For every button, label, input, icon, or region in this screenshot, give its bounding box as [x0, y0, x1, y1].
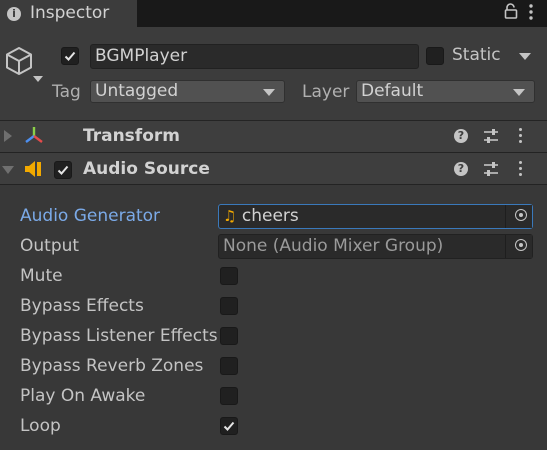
transform-icon: [24, 126, 44, 151]
foldout-expanded-icon[interactable]: [2, 166, 14, 174]
tab-bar: i Inspector: [0, 0, 547, 27]
output-field[interactable]: None (Audio Mixer Group): [218, 234, 533, 259]
object-picker-icon: [515, 209, 527, 221]
output-label: Output: [20, 236, 80, 256]
mute-label: Mute: [20, 266, 63, 286]
tag-label: Tag: [52, 82, 81, 102]
tag-value: Untagged: [95, 81, 179, 101]
tab-inspector[interactable]: i Inspector: [0, 0, 137, 27]
gameobject-cube-icon: [4, 46, 34, 81]
gameobject-header: [0, 27, 547, 121]
layer-dropdown[interactable]: Default: [356, 80, 535, 103]
audio-generator-field[interactable]: ♫ cheers: [218, 204, 533, 229]
static-label: Static: [452, 45, 501, 65]
gameobject-active-checkbox[interactable]: [61, 47, 79, 65]
audio-source-enabled-checkbox[interactable]: [54, 161, 72, 179]
loop-label: Loop: [20, 416, 61, 436]
kebab-menu-icon[interactable]: [519, 128, 522, 146]
layer-value: Default: [361, 81, 424, 101]
help-icon[interactable]: ?: [454, 129, 468, 143]
static-dropdown-arrow-icon[interactable]: [519, 53, 531, 60]
gameobject-name-field[interactable]: BGMPlayer: [90, 44, 419, 69]
help-icon[interactable]: ?: [454, 162, 468, 176]
chevron-down-icon: [263, 89, 275, 96]
kebab-menu-icon[interactable]: [528, 3, 534, 26]
tag-dropdown[interactable]: Untagged: [90, 80, 285, 103]
audio-generator-label: Audio Generator: [20, 206, 161, 226]
loop-checkbox[interactable]: [220, 417, 238, 435]
foldout-collapsed-icon[interactable]: [4, 130, 12, 142]
info-icon: i: [7, 7, 21, 21]
audio-generator-value: cheers: [241, 206, 299, 226]
play-on-awake-checkbox[interactable]: [220, 387, 238, 405]
presets-icon[interactable]: [483, 161, 499, 182]
object-picker-button[interactable]: [505, 205, 532, 228]
bypass-reverb-zones-label: Bypass Reverb Zones: [20, 356, 204, 376]
layer-label: Layer: [302, 82, 350, 102]
play-on-awake-label: Play On Awake: [20, 386, 146, 406]
lock-icon[interactable]: [504, 3, 518, 24]
bypass-reverb-zones-checkbox[interactable]: [220, 357, 238, 375]
bypass-listener-effects-label: Bypass Listener Effects: [20, 326, 218, 346]
output-value: None (Audio Mixer Group): [223, 236, 444, 256]
kebab-menu-icon[interactable]: [519, 161, 522, 179]
component-name-audio-source: Audio Source: [83, 159, 210, 179]
static-checkbox[interactable]: [426, 47, 444, 65]
mute-checkbox[interactable]: [220, 267, 238, 285]
presets-icon[interactable]: [483, 128, 499, 149]
bypass-listener-effects-checkbox[interactable]: [220, 327, 238, 345]
object-picker-icon: [515, 239, 527, 251]
component-name-transform: Transform: [83, 126, 180, 146]
icon-dropdown-arrow-icon[interactable]: [33, 76, 43, 82]
bypass-effects-label: Bypass Effects: [20, 296, 144, 316]
speaker-icon: [24, 160, 44, 183]
tab-title: Inspector: [30, 3, 110, 23]
chevron-down-icon: [513, 89, 525, 96]
audio-clip-icon: ♫: [223, 207, 237, 225]
object-picker-button[interactable]: [505, 235, 532, 258]
bypass-effects-checkbox[interactable]: [220, 297, 238, 315]
